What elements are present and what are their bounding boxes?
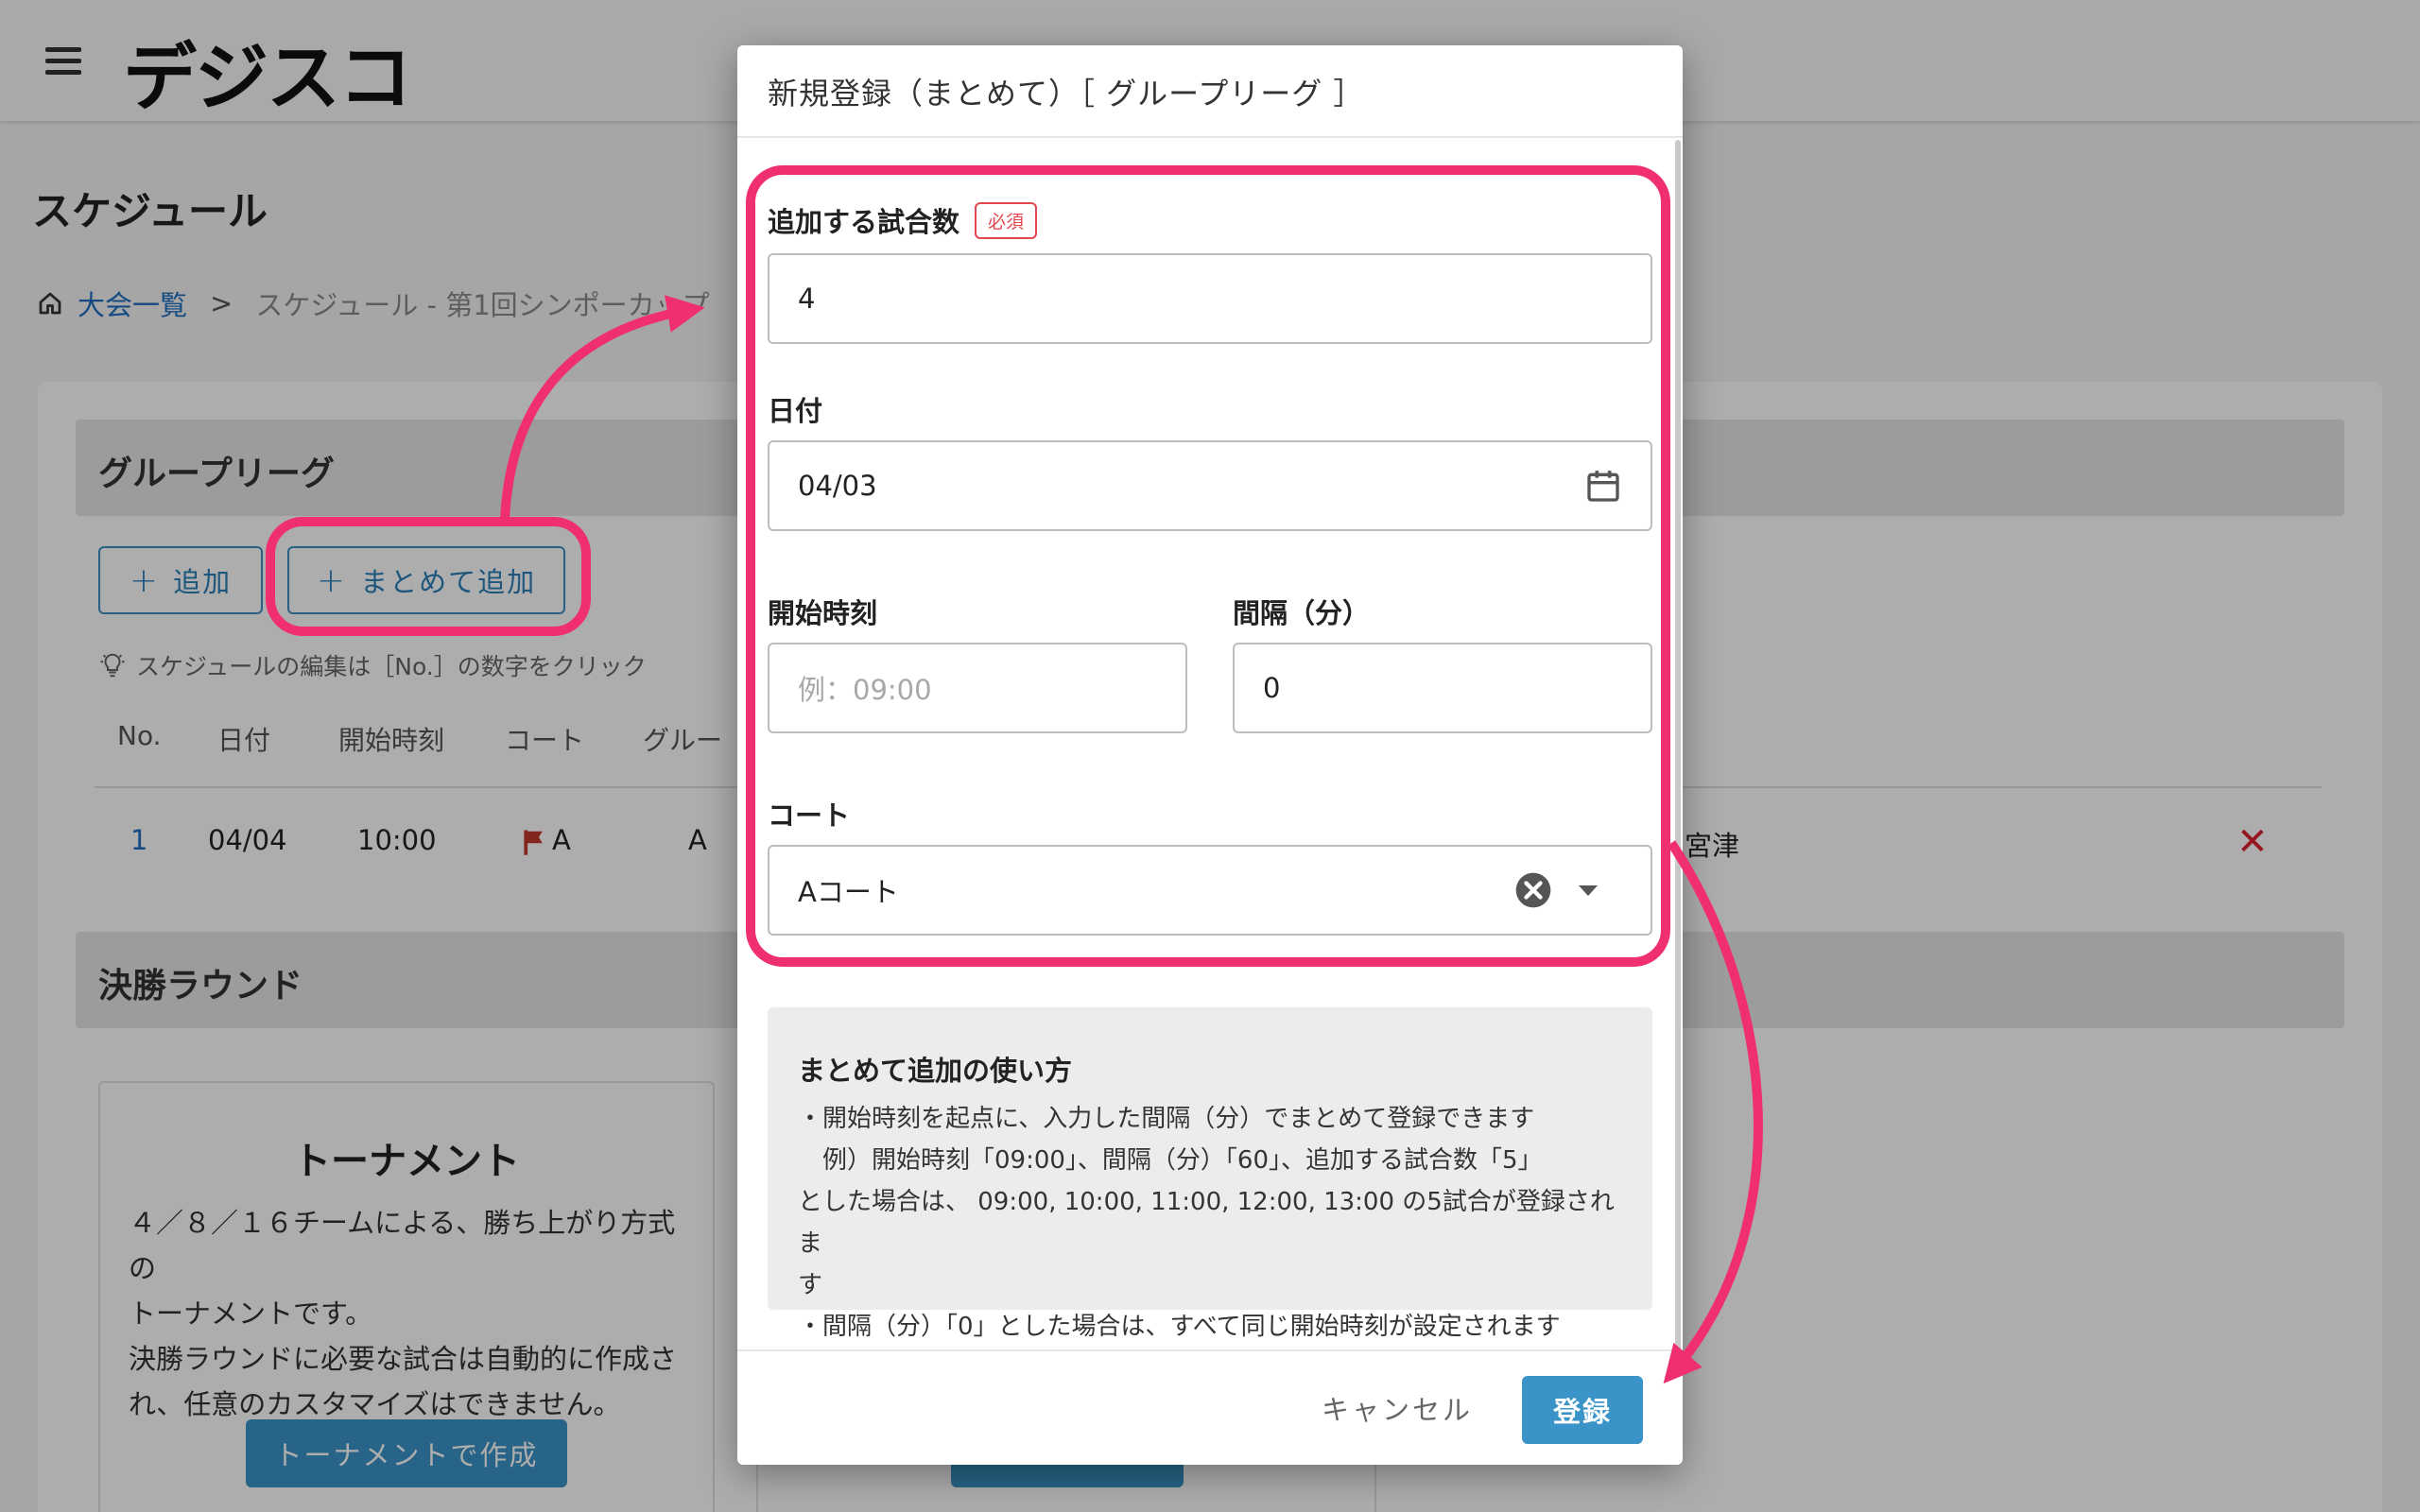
start-time-placeholder: 例：09:00 — [798, 674, 932, 706]
start-time-label: 開始時刻 — [768, 597, 878, 629]
help-line: 例）開始時刻「09:00」、間隔（分）「60」、追加する試合数「5」 — [798, 1146, 1543, 1175]
required-badge: 必須 — [975, 201, 1038, 239]
interval-input[interactable]: 0 — [1233, 643, 1652, 733]
dialog-title: 新規登録（まとめて）［ グループリーグ ］ — [768, 76, 1365, 112]
chevron-down-icon[interactable] — [1579, 885, 1598, 896]
dialog-footer-divider — [737, 1349, 1683, 1351]
register-button[interactable]: 登録 — [1522, 1376, 1643, 1444]
court-value: Aコート — [798, 876, 899, 908]
interval-value: 0 — [1263, 672, 1281, 704]
calendar-icon[interactable] — [1584, 467, 1622, 505]
usage-help-title: まとめて追加の使い方 — [798, 1055, 1073, 1087]
dialog-header: 新規登録（まとめて）［ グループリーグ ］ — [737, 45, 1683, 138]
match-count-value: 4 — [798, 283, 816, 315]
help-line: とした場合は、 09:00, 10:00, 11:00, 12:00, 13:0… — [798, 1188, 1615, 1258]
usage-help-body: ・開始時刻を起点に、入力した間隔（分）でまとめて登録できます 例）開始時刻「09… — [798, 1098, 1630, 1348]
court-label: コート — [768, 799, 851, 832]
usage-help-box: まとめて追加の使い方 ・開始時刻を起点に、入力した間隔（分）でまとめて登録できま… — [768, 1007, 1652, 1341]
help-line: ・開始時刻を起点に、入力した間隔（分）でまとめて登録できます — [798, 1105, 1535, 1133]
match-count-input[interactable]: 4 — [768, 253, 1652, 344]
dialog-scrollbar[interactable] — [1675, 140, 1681, 1351]
court-select[interactable]: Aコート — [768, 845, 1652, 936]
match-count-label: 追加する試合数 — [768, 206, 960, 238]
date-value: 04/03 — [798, 470, 877, 502]
help-line: す — [798, 1271, 823, 1299]
interval-label: 間隔（分） — [1233, 597, 1371, 629]
start-time-input[interactable]: 例：09:00 — [768, 643, 1187, 733]
bulk-register-dialog: 新規登録（まとめて）［ グループリーグ ］ 追加する試合数 必須 4 日付 04… — [737, 45, 1683, 1465]
date-label: 日付 — [768, 395, 823, 427]
date-input[interactable]: 04/03 — [768, 440, 1652, 531]
clear-icon[interactable] — [1514, 871, 1552, 909]
help-line: ・間隔（分）「0」とした場合は、すべて同じ開始時刻が設定されます — [798, 1313, 1561, 1341]
cancel-button[interactable]: キャンセル — [1312, 1374, 1482, 1442]
match-count-label-row: 追加する試合数 必須 — [768, 200, 1038, 240]
